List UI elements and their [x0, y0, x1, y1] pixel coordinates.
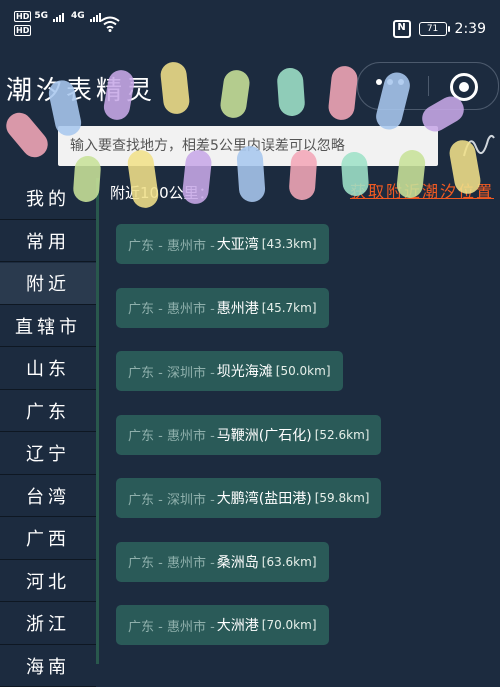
place-name: 桑洲岛: [217, 552, 259, 572]
wave-icon[interactable]: [462, 130, 496, 164]
place-distance: [70.0km]: [262, 618, 317, 632]
place-distance: [50.0km]: [276, 364, 331, 378]
sidebar-item-taiwan[interactable]: 台湾: [0, 476, 96, 518]
place-list: 广东 - 惠州市 - 大亚湾 [43.3km] 广东 - 惠州市 - 惠州港 […: [116, 224, 496, 669]
battery-icon: 71: [419, 22, 447, 36]
sidebar-item-frequent[interactable]: 常用: [0, 221, 96, 263]
content-header: 附近100公里： 获取附近潮汐位置: [110, 178, 500, 208]
place-region: 广东 - 深圳市 -: [128, 362, 215, 381]
place-name: 坝光海滩: [217, 361, 273, 381]
sidebar-item-guangxi[interactable]: 广西: [0, 518, 96, 560]
sidebar-item-liaoning[interactable]: 辽宁: [0, 433, 96, 475]
sidebar-item-guangdong[interactable]: 广东: [0, 391, 96, 433]
signal-indicators: HD 5G 4G HD: [14, 11, 101, 36]
list-item[interactable]: 广东 - 惠州市 - 惠州港 [45.7km]: [116, 288, 329, 328]
status-bar: HD 5G 4G HD N 71 2:39: [0, 0, 500, 44]
place-name: 大鹏湾(盐田港): [217, 488, 312, 508]
sidebar-item-zhejiang[interactable]: 浙江: [0, 603, 96, 645]
place-region: 广东 - 惠州市 -: [128, 298, 215, 317]
nearby-range-label: 附近100公里：: [110, 182, 214, 203]
page-title: 潮汐表精灵: [6, 70, 156, 107]
search-input[interactable]: [58, 126, 438, 166]
nfc-icon: N: [393, 20, 411, 38]
sidebar-item-hebei[interactable]: 河北: [0, 561, 96, 603]
clock: 2:39: [455, 21, 486, 37]
place-distance: [52.6km]: [315, 428, 370, 442]
list-item[interactable]: 广东 - 惠州市 - 马鞭洲(广石化) [52.6km]: [116, 415, 381, 455]
list-item[interactable]: 广东 - 惠州市 - 大亚湾 [43.3km]: [116, 224, 329, 264]
place-distance: [59.8km]: [315, 491, 370, 505]
place-name: 惠州港: [217, 298, 259, 318]
place-region: 广东 - 深圳市 -: [128, 489, 215, 508]
more-icon[interactable]: [376, 79, 404, 85]
place-name: 大亚湾: [217, 234, 259, 254]
place-region: 广东 - 惠州市 -: [128, 552, 215, 571]
sidebar-item-municipality[interactable]: 直辖市: [0, 306, 96, 348]
search-bar: [0, 124, 500, 172]
list-item[interactable]: 广东 - 惠州市 - 大洲港 [70.0km]: [116, 605, 329, 645]
list-item[interactable]: 广东 - 惠州市 - 桑洲岛 [63.6km]: [116, 542, 329, 582]
signal-icon: [53, 13, 64, 22]
list-item[interactable]: 广东 - 深圳市 - 坝光海滩 [50.0km]: [116, 351, 343, 391]
place-name: 马鞭洲(广石化): [217, 425, 312, 445]
capsule-divider: [428, 76, 429, 96]
place-name: 大洲港: [217, 615, 259, 635]
sidebar-item-hainan[interactable]: 海南: [0, 646, 96, 687]
sidebar-item-mine[interactable]: 我的: [0, 178, 96, 220]
list-item[interactable]: 广东 - 深圳市 - 大鹏湾(盐田港) [59.8km]: [116, 478, 381, 518]
place-distance: [45.7km]: [262, 301, 317, 315]
signal-icon: [90, 13, 101, 22]
wifi-icon: [100, 16, 120, 32]
hd-badge: HD: [14, 11, 31, 22]
sidebar-item-shandong[interactable]: 山东: [0, 348, 96, 390]
hd-badge: HD: [14, 25, 31, 36]
mini-program-capsule: [357, 62, 499, 110]
close-icon[interactable]: [450, 73, 478, 101]
place-region: 广东 - 惠州市 -: [128, 235, 215, 254]
province-sidebar: 我的 常用 附近 直辖市 山东 广东 辽宁 台湾 广西 河北 浙江 海南: [0, 178, 96, 664]
place-distance: [63.6km]: [262, 555, 317, 569]
place-distance: [43.3km]: [262, 237, 317, 251]
place-region: 广东 - 惠州市 -: [128, 616, 215, 635]
sidebar-divider: [96, 178, 99, 664]
place-region: 广东 - 惠州市 -: [128, 425, 215, 444]
network-type: 4G: [71, 11, 85, 22]
network-type: 5G: [34, 11, 48, 22]
locate-nearby-link[interactable]: 获取附近潮汐位置: [350, 178, 494, 202]
sidebar-item-nearby[interactable]: 附近: [0, 263, 96, 305]
